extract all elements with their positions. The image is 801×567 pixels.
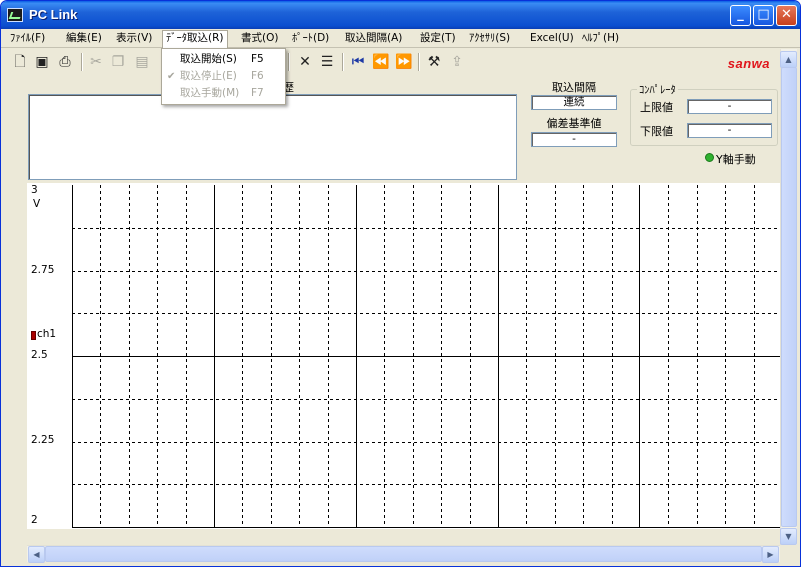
menu-item-shortcut: F7 xyxy=(251,87,264,99)
menu-item-shortcut: F5 xyxy=(251,53,264,65)
chart-grid xyxy=(72,185,780,528)
size-grip[interactable] xyxy=(780,545,797,562)
menu-stop-capture[interactable]: ✔ 取込停止(E) F6 xyxy=(162,68,285,85)
vertical-scroll-thumb[interactable] xyxy=(781,67,797,527)
menu-start-capture[interactable]: 取込開始(S) F5 xyxy=(162,51,285,68)
data-capture-menu: 取込開始(S) F5 ✔ 取込停止(E) F6 取込手動(M) F7 xyxy=(161,48,286,105)
scroll-down-button[interactable]: ▼ xyxy=(780,528,797,545)
scroll-up-button[interactable]: ▲ xyxy=(780,51,797,68)
check-icon: ✔ xyxy=(167,71,176,82)
horizontal-scroll-thumb[interactable] xyxy=(45,546,762,562)
menu-item-label: 取込停止(E) xyxy=(180,70,237,82)
menu-item-shortcut: F6 xyxy=(251,70,264,82)
scroll-left-button[interactable]: ◀ xyxy=(28,546,45,563)
scroll-right-button[interactable]: ▶ xyxy=(762,546,779,563)
menu-item-label: 取込手動(M) xyxy=(180,87,240,99)
menu-manual-capture[interactable]: 取込手動(M) F7 xyxy=(162,85,285,102)
menu-item-label: 取込開始(S) xyxy=(180,53,237,65)
app-window: PC Link _ □ ✕ ﾌｧｲﾙ(F) 編集(E) 表示(V) ﾃﾞｰﾀ取込… xyxy=(0,0,801,567)
